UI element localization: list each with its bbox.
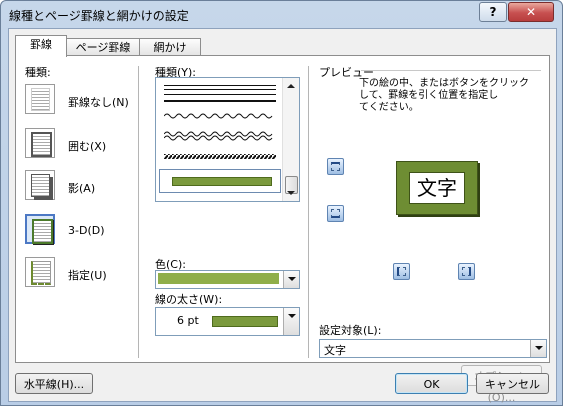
window-title: 線種とページ罫線と網かけの設定 xyxy=(9,9,189,23)
tab-shading[interactable]: 網かけ xyxy=(139,38,201,56)
setting-3d-label[interactable]: 3-D(D) xyxy=(68,224,105,237)
cancel-button[interactable]: キャンセル xyxy=(476,373,549,394)
width-value: 6 pt xyxy=(177,314,199,327)
style-double-line[interactable] xyxy=(164,85,276,90)
horizontal-line-button[interactable]: 水平線(H)... xyxy=(15,373,93,394)
inside-border-button[interactable] xyxy=(327,205,344,222)
column-divider-2 xyxy=(308,66,309,358)
preview-sample-text: 文字 xyxy=(409,172,465,204)
color-dropdown[interactable] xyxy=(155,270,300,289)
column-divider-1 xyxy=(138,66,139,358)
setting-label: 種類: xyxy=(25,66,51,79)
tab-borders[interactable]: 罫線 xyxy=(15,35,67,57)
width-swatch xyxy=(212,316,278,327)
setting-box-icon[interactable] xyxy=(25,128,55,158)
close-button[interactable]: ✕ xyxy=(508,2,554,22)
style-selected-thick[interactable] xyxy=(159,169,281,193)
setting-3d-icon[interactable] xyxy=(25,214,55,244)
scroll-down-icon[interactable] xyxy=(287,191,295,195)
setting-box-label[interactable]: 囲む(X) xyxy=(68,138,106,154)
style-scrollbar[interactable] xyxy=(282,78,299,201)
style-thick-thin-line[interactable] xyxy=(164,94,276,102)
preview-frame[interactable]: 文字 xyxy=(396,161,478,215)
style-listbox[interactable] xyxy=(155,77,300,202)
dialog-window: 線種とページ罫線と網かけの設定 ? ✕ 罫線 ページ罫線 網かけ 種類: 罫線な… xyxy=(0,0,563,406)
top-border-button[interactable] xyxy=(327,158,344,175)
color-swatch xyxy=(158,273,279,284)
width-label: 線の太さ(W): xyxy=(155,293,223,306)
setting-custom-label[interactable]: 指定(U) xyxy=(68,267,107,283)
width-dropdown[interactable]: 6 pt xyxy=(155,307,300,336)
setting-none-icon[interactable] xyxy=(25,84,55,114)
scroll-up-icon[interactable] xyxy=(287,84,295,88)
borders-panel: 種類: 罫線なし(N) 囲む(X) 影(A) 3-D(D) 指定(U) 種類(Y… xyxy=(15,55,550,363)
dialog-body: 罫線 ページ罫線 網かけ 種類: 罫線なし(N) 囲む(X) 影(A) 3-D(… xyxy=(8,28,557,404)
setting-shadow-icon[interactable] xyxy=(25,170,55,200)
setting-none-label[interactable]: 罫線なし(N) xyxy=(68,94,129,110)
setting-shadow-label[interactable]: 影(A) xyxy=(68,180,95,196)
chevron-down-icon[interactable] xyxy=(530,340,546,357)
help-button[interactable]: ? xyxy=(479,2,507,22)
chevron-down-icon[interactable] xyxy=(283,308,299,335)
right-border-button[interactable] xyxy=(458,263,475,280)
style-wavy-lines[interactable] xyxy=(164,110,276,170)
tab-page-border[interactable]: ページ罫線 xyxy=(65,38,141,56)
left-border-button[interactable] xyxy=(393,263,410,280)
apply-to-label: 設定対象(L): xyxy=(319,324,382,337)
preview-instructions: 下の絵の中、またはボタンをクリック して、罫線を引く位置を指定し てください。 xyxy=(359,78,529,113)
apply-to-dropdown[interactable]: 文字 xyxy=(319,339,547,358)
title-bar: 線種とページ罫線と網かけの設定 ? ✕ xyxy=(1,1,562,27)
chevron-down-icon[interactable] xyxy=(283,271,299,288)
preview-rule xyxy=(361,70,541,71)
ok-button[interactable]: OK xyxy=(395,373,468,394)
setting-custom-icon[interactable] xyxy=(25,257,55,287)
apply-to-value: 文字 xyxy=(324,344,346,357)
